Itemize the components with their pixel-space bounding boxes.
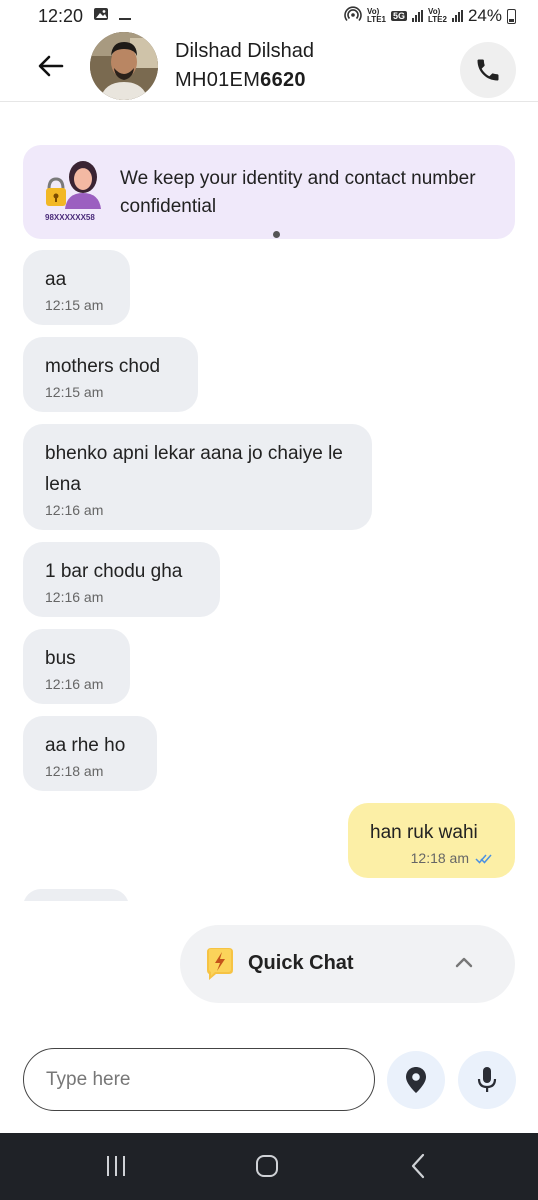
message-outgoing[interactable]: han ruk wahi 12:18 am xyxy=(348,803,515,878)
5g-badge: 5G xyxy=(390,11,407,21)
recents-icon xyxy=(107,1156,125,1176)
avatar-photo xyxy=(90,32,158,100)
arrow-left-icon xyxy=(38,55,64,77)
message-list[interactable]: 98XXXXXX58 We keep your identity and con… xyxy=(0,103,538,901)
avatar[interactable] xyxy=(90,32,158,100)
hotspot-icon xyxy=(344,5,362,28)
share-location-button[interactable] xyxy=(387,1051,445,1109)
message-incoming[interactable]: bhenko apni lekar aana jo chaiye le lena… xyxy=(23,424,372,530)
message-incoming[interactable]: aa 12:15 am xyxy=(23,250,130,325)
back-button[interactable] xyxy=(36,54,66,78)
message-composer[interactable] xyxy=(23,1048,375,1111)
location-pin-icon xyxy=(406,1067,426,1093)
message-time-row: 12:18 am xyxy=(370,850,493,866)
quick-chat-button[interactable]: Quick Chat xyxy=(180,925,515,1003)
system-nav-bar xyxy=(0,1133,538,1200)
message-text: 1 bar chodu gha xyxy=(45,561,183,582)
nav-back-icon xyxy=(411,1153,425,1179)
illustration-caption: 98XXXXXX58 xyxy=(45,213,95,222)
message-text: mothers chod xyxy=(45,356,161,377)
privacy-notice: 98XXXXXX58 We keep your identity and con… xyxy=(23,145,515,239)
message-incoming[interactable]: mothers chod 12:15 am xyxy=(23,337,198,412)
dash-notification-icon xyxy=(119,6,132,26)
gallery-notification-icon xyxy=(93,6,109,27)
battery-percent: 24% xyxy=(467,6,502,25)
chat-header: Dilshad Dilshad MH01EM6620 xyxy=(0,32,538,102)
status-time: 12:20 xyxy=(38,5,84,26)
quick-chat-label: Quick Chat xyxy=(248,952,354,974)
partial-message-bubble xyxy=(23,889,129,901)
signal-icon xyxy=(451,10,463,22)
contact-name: Dilshad Dilshad xyxy=(175,40,314,62)
message-time: 12:15 am xyxy=(45,384,104,400)
nav-recents-button[interactable] xyxy=(96,1151,136,1181)
message-time: 12:18 am xyxy=(410,850,469,866)
lte1-label: Vo) LTE1 xyxy=(367,7,386,24)
message-time: 12:16 am xyxy=(45,502,104,518)
message-incoming[interactable]: 1 bar chodu gha 12:16 am xyxy=(23,542,220,617)
call-button[interactable] xyxy=(460,42,516,98)
message-text: bhenko apni lekar aana jo chaiye le lena xyxy=(45,443,343,495)
plate-prefix: MH01EM xyxy=(175,69,261,91)
plate-suffix: 6620 xyxy=(260,69,306,91)
message-time: 12:15 am xyxy=(45,297,104,313)
double-check-read-icon xyxy=(475,854,492,864)
message-text: aa xyxy=(45,269,67,290)
message-text: aa rhe ho xyxy=(45,735,126,756)
phone-icon xyxy=(477,59,499,81)
privacy-notice-text: We keep your identity and contact number… xyxy=(120,168,476,217)
status-bar: 12:20 Vo) LTE1 5G Vo) LTE2 24% xyxy=(0,0,538,32)
signal-icon xyxy=(412,10,423,22)
privacy-illustration: 98XXXXXX58 xyxy=(45,161,101,222)
nav-home-button[interactable] xyxy=(247,1151,287,1181)
lte2-label: Vo) LTE2 xyxy=(428,7,447,24)
voice-message-button[interactable] xyxy=(458,1051,516,1109)
pager-dot xyxy=(273,231,280,238)
message-text: han ruk wahi xyxy=(370,822,478,843)
message-text: bus xyxy=(45,648,76,669)
message-time: 12:16 am xyxy=(45,676,104,692)
message-incoming[interactable]: bus 12:16 am xyxy=(23,629,130,704)
microphone-icon xyxy=(477,1067,497,1092)
chevron-up-icon[interactable] xyxy=(454,955,474,969)
home-icon xyxy=(256,1155,278,1177)
battery-icon xyxy=(507,8,516,24)
vehicle-number: MH01EM6620 xyxy=(175,69,306,92)
message-input[interactable] xyxy=(46,1065,346,1095)
lightning-chat-icon xyxy=(207,948,233,980)
message-time: 12:18 am xyxy=(45,763,104,779)
message-incoming[interactable]: aa rhe ho 12:18 am xyxy=(23,716,157,791)
nav-back-button[interactable] xyxy=(398,1151,438,1181)
message-time: 12:16 am xyxy=(45,589,104,605)
